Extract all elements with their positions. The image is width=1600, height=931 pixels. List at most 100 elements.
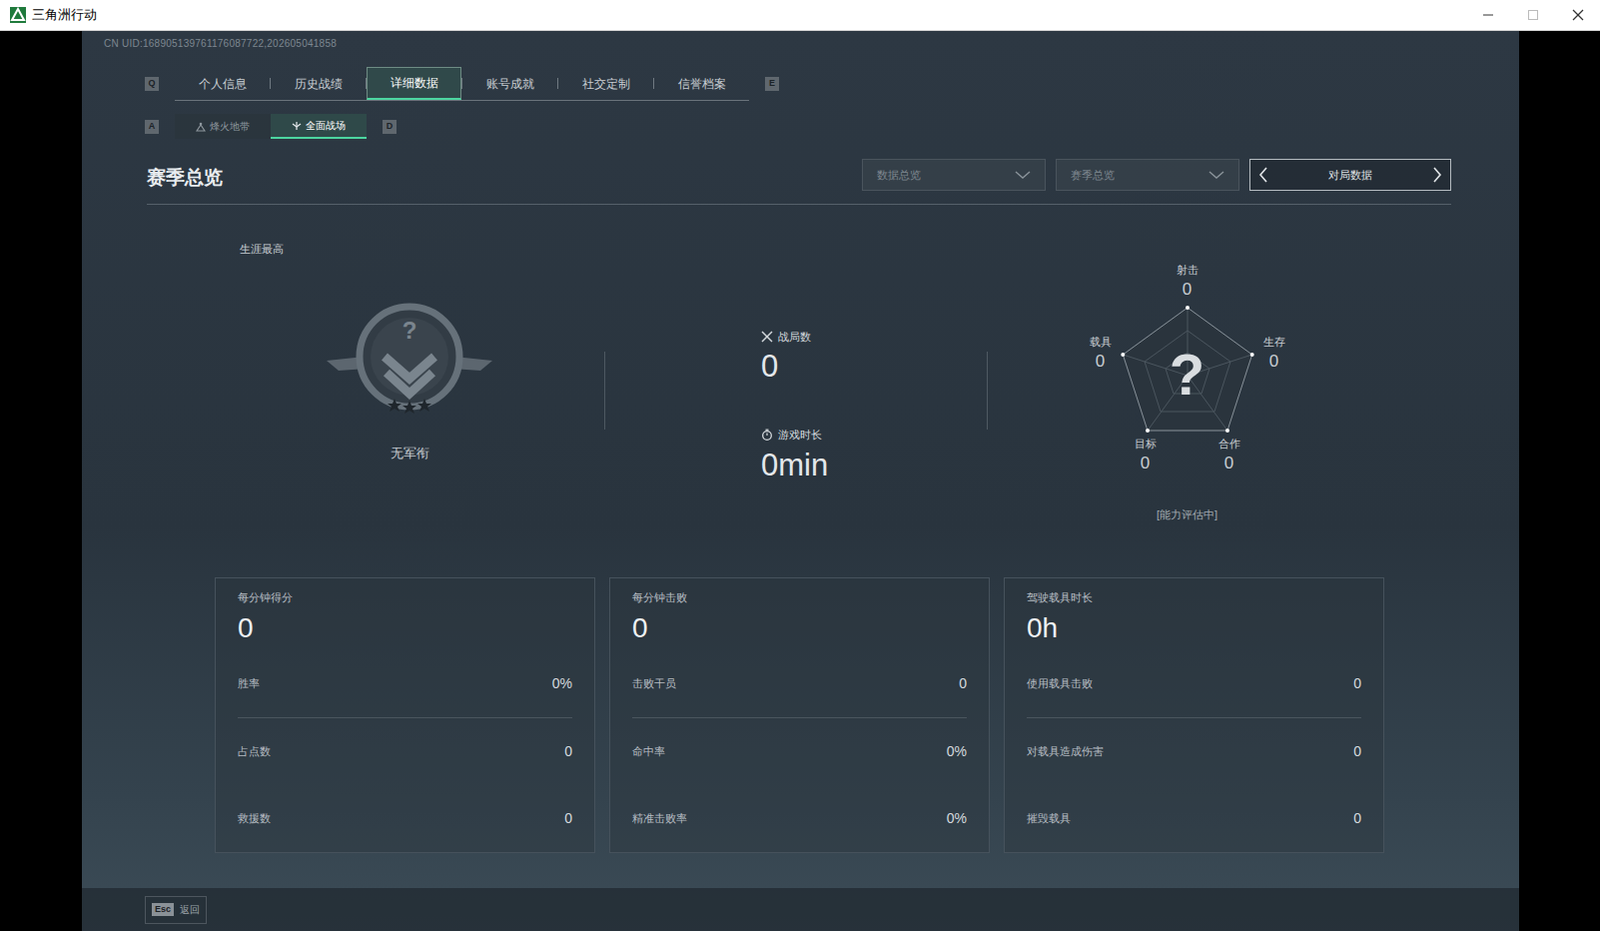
back-label: 返回	[179, 901, 200, 917]
tab[interactable]: 个人信息	[174, 66, 270, 100]
game-area: CN UID:168905139761176087722,20260504185…	[0, 30, 1600, 931]
dropdown[interactable]: 赛季总览	[1055, 158, 1240, 191]
summary-stat: 游戏时长 0min	[761, 426, 987, 482]
filters: 数据总览赛季总览 对局数据	[861, 158, 1452, 191]
stat-cards: 每分钟得分 0 胜率 0% 占点数0 救援数 0 每分钟击败 0 击败干员 0 命中率 0% 精准击败率 0…	[214, 577, 1520, 853]
row-value: 0	[1353, 807, 1362, 829]
tab[interactable]: 社交定制	[558, 66, 654, 100]
letterbox-left	[0, 30, 82, 931]
sub-tab-label: 全面战场	[305, 117, 346, 133]
card-value: 0	[237, 613, 573, 644]
axis-value: 0	[1224, 453, 1234, 474]
axis-label: 射击	[1176, 262, 1199, 277]
sub-tab[interactable]: 烽火地带	[174, 113, 271, 139]
axis-label: 载具	[1089, 334, 1112, 349]
mode-icon	[291, 120, 302, 131]
stat-row: 使用载具击败 0	[1026, 651, 1362, 719]
summary-label: 游戏时长	[778, 426, 822, 444]
tab-separator	[653, 66, 655, 100]
axis-value: 0	[1182, 279, 1192, 300]
tab[interactable]: 详细数据	[366, 66, 462, 100]
key-hint: E	[765, 76, 780, 91]
section-header: 赛季总览数据总览赛季总览 对局数据	[146, 157, 1452, 205]
divider	[604, 351, 606, 430]
axis-label: 生存	[1263, 334, 1286, 349]
row-value: 0%	[552, 673, 573, 695]
card-title: 每分钟得分	[237, 590, 573, 605]
stepper[interactable]: 对局数据	[1249, 158, 1452, 191]
row-label: 救援数	[237, 809, 271, 827]
maximize-icon	[1527, 8, 1540, 21]
game-screen: CN UID:168905139761176087722,20260504185…	[81, 30, 1520, 931]
stat-row: 胜率 0%	[237, 651, 573, 719]
back-button[interactable]: Esc 返回	[144, 895, 207, 924]
chevron-down-icon	[1014, 169, 1031, 180]
card-value: 0	[632, 613, 967, 644]
row-label: 摧毁载具	[1026, 809, 1071, 827]
separator-line	[653, 77, 655, 89]
chevron-right-icon	[1432, 166, 1443, 183]
chevron-left-icon	[1258, 166, 1269, 183]
row-label: 命中率	[632, 743, 666, 761]
row-value: 0	[958, 673, 967, 695]
row-label: 击败干员	[632, 675, 677, 693]
radar-status: [能力评估中]	[1156, 506, 1218, 524]
stat-row: 击败干员 0	[632, 651, 967, 719]
dropdown[interactable]: 数据总览	[861, 158, 1046, 191]
stat-card: 每分钟击败 0 击败干员 0 命中率 0% 精准击败率 0%	[609, 577, 990, 853]
radar-axis: 射击 0	[1176, 262, 1199, 300]
tab-label: 个人信息	[198, 74, 247, 93]
summary-label-row: 游戏时长	[761, 426, 987, 444]
chevron-down-icon	[1208, 169, 1225, 180]
separator-line	[461, 77, 463, 89]
row-label: 胜率	[237, 675, 260, 693]
mode-icon	[195, 121, 206, 132]
row-label: 使用载具击败	[1026, 675, 1093, 693]
axis-label: 目标	[1134, 436, 1157, 451]
card-title: 每分钟击败	[632, 590, 967, 605]
tab-bar: 个人信息 历史战绩详细数据 账号成就 社交定制 信誉档案	[174, 66, 750, 101]
row-value: 0	[1353, 673, 1362, 695]
ability-panel: ?射击0生存0合作0目标0载具0[能力评估中]	[987, 204, 1387, 578]
summary-value: 0	[761, 350, 987, 383]
stat-row: 占点数0	[237, 718, 573, 786]
stepper-label: 对局数据	[1328, 166, 1373, 184]
stat-row: 对载具造成伤害0	[1026, 718, 1362, 786]
key-hint: Esc	[151, 902, 174, 916]
close-icon	[1572, 8, 1585, 21]
maximize-button[interactable]	[1510, 0, 1556, 31]
main-tabs: Q 个人信息 历史战绩详细数据 账号成就 社交定制 信誉档案 E	[144, 66, 1520, 101]
row-label: 精准击败率	[632, 809, 688, 827]
tab[interactable]: 账号成就	[462, 66, 558, 100]
tab-separator	[461, 66, 463, 100]
stopwatch-icon	[761, 428, 774, 441]
row-value: 0%	[946, 807, 967, 829]
summary-value: 0min	[761, 449, 987, 482]
card-rows: 击败干员 0 命中率 0% 精准击败率 0%	[632, 651, 967, 852]
separator-line	[557, 77, 559, 89]
minimize-button[interactable]	[1465, 0, 1511, 31]
tab[interactable]: 历史战绩	[270, 66, 366, 100]
row-value: 0%	[946, 741, 967, 763]
career-panel: 生涯最高?无军衔	[214, 204, 605, 578]
radar-axis: 生存0	[1263, 334, 1286, 372]
tab[interactable]: 信誉档案	[654, 66, 750, 100]
row-label: 对载具造成伤害	[1026, 743, 1104, 761]
close-button[interactable]	[1555, 0, 1600, 31]
summary-label-row: 战局数	[761, 328, 987, 346]
sub-tab[interactable]: 全面战场	[270, 113, 367, 139]
letterbox-right	[1519, 30, 1600, 931]
key-hint: D	[382, 119, 397, 134]
radar-axis: 合作0	[1218, 436, 1241, 474]
rank-name: 无军衔	[390, 443, 430, 464]
card-rows: 使用载具击败 0 对载具造成伤害0 摧毁载具 0	[1026, 651, 1362, 852]
radar-chart: ?射击0生存0合作0目标0载具0[能力评估中]	[1067, 260, 1308, 536]
tab-label: 社交定制	[582, 74, 631, 93]
radar-axis: 目标0	[1134, 436, 1157, 474]
sub-tab-bar: 烽火地带 全面战场	[174, 113, 367, 139]
tab-label: 账号成就	[486, 74, 535, 93]
stat-row: 摧毁载具 0	[1026, 785, 1362, 852]
key-hint: Q	[144, 76, 159, 91]
stat-card: 每分钟得分0胜率0%占点数0救援数0	[214, 577, 596, 853]
separator-line	[269, 77, 271, 89]
